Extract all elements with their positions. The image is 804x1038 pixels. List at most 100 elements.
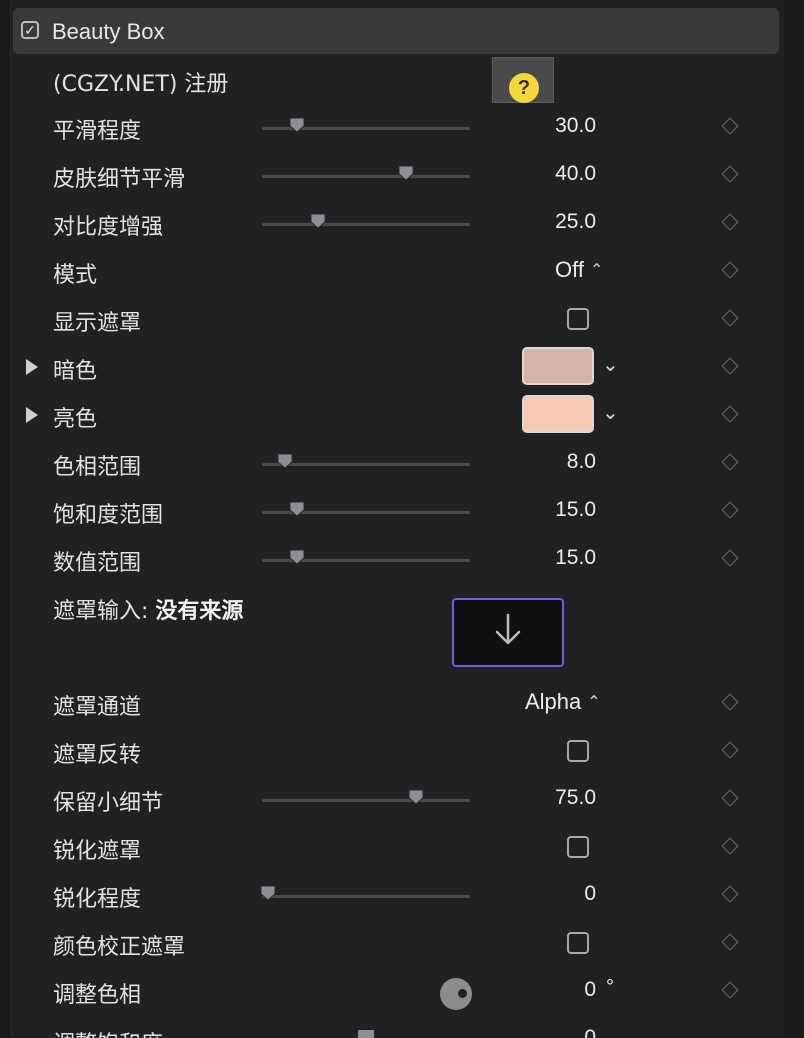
keyframe-diamond-icon[interactable]: [721, 933, 739, 951]
mask-input-label: 遮罩输入: 没有来源: [53, 593, 243, 625]
param-label: 皮肤细节平滑: [53, 167, 186, 192]
color-correct-mask-checkbox[interactable]: [567, 932, 589, 954]
param-label: 调整色相: [53, 983, 142, 1008]
param-value[interactable]: 0: [584, 882, 596, 906]
keyframe-diamond-icon[interactable]: [721, 885, 739, 903]
updown-chevron-icon: ⌃: [589, 262, 604, 279]
slider-thumb[interactable]: [358, 1030, 374, 1038]
param-value[interactable]: 30.0: [555, 114, 596, 138]
chevron-down-icon[interactable]: ⌄: [602, 352, 619, 377]
slider-track[interactable]: [262, 895, 470, 898]
slider-track[interactable]: [262, 223, 470, 226]
param-row-mask-invert: 遮罩反转: [0, 728, 804, 776]
param-label: 色相范围: [53, 455, 142, 480]
param-row-color-correct-mask: 颜色校正遮罩: [0, 920, 804, 968]
hue-dial[interactable]: [440, 978, 472, 1010]
keyframe-diamond-icon[interactable]: [721, 213, 739, 231]
slider-thumb[interactable]: [289, 501, 305, 517]
mode-popup[interactable]: Off ⌃: [555, 257, 603, 283]
mask-drop-well[interactable]: [452, 598, 564, 667]
slider-track[interactable]: [262, 463, 470, 466]
slider-thumb[interactable]: [398, 165, 414, 181]
param-value[interactable]: 15.0: [555, 498, 596, 522]
slider-track[interactable]: [262, 799, 470, 802]
effect-header[interactable]: ✓ Beauty Box: [13, 8, 779, 54]
param-label: 暗色: [53, 359, 98, 384]
effect-title: Beauty Box: [52, 19, 165, 44]
keyframe-diamond-icon[interactable]: [721, 741, 739, 759]
effect-enable-checkbox[interactable]: ✓: [21, 21, 39, 39]
keyframe-diamond-icon[interactable]: [721, 789, 739, 807]
param-row-adjust-sat: 调整饱和度 0: [0, 1024, 804, 1038]
param-row-contrast: 对比度增强 25.0: [0, 200, 804, 248]
param-label: 平滑程度: [53, 119, 142, 144]
param-value[interactable]: 0: [584, 978, 596, 1002]
popup-value: Alpha: [525, 689, 582, 714]
keyframe-diamond-icon[interactable]: [721, 837, 739, 855]
slider-thumb[interactable]: [289, 549, 305, 565]
param-value[interactable]: 75.0: [555, 786, 596, 810]
slider-thumb[interactable]: [408, 789, 424, 805]
keyframe-diamond-icon[interactable]: [721, 501, 739, 519]
disclosure-triangle-icon[interactable]: [26, 407, 38, 423]
param-row-light-color: 亮色 ⌄: [0, 392, 804, 440]
param-label: 保留小细节: [53, 791, 164, 816]
question-icon: ?: [509, 73, 539, 103]
slider-thumb[interactable]: [277, 453, 293, 469]
color-swatch[interactable]: [522, 395, 594, 433]
param-value[interactable]: 0: [584, 1026, 596, 1038]
slider-thumb[interactable]: [260, 885, 276, 901]
keyframe-diamond-icon[interactable]: [721, 981, 739, 999]
param-value[interactable]: 25.0: [555, 210, 596, 234]
param-label: 锐化遮罩: [53, 839, 142, 864]
param-value[interactable]: 40.0: [555, 162, 596, 186]
param-label: 数值范围: [53, 551, 142, 576]
keyframe-diamond-icon[interactable]: [721, 309, 739, 327]
color-swatch[interactable]: [522, 347, 594, 385]
param-label: 颜色校正遮罩: [53, 935, 186, 960]
mask-channel-popup[interactable]: Alpha ⌃: [525, 689, 601, 715]
param-value[interactable]: 8.0: [567, 450, 596, 474]
param-row-mode: 模式 Off ⌃: [0, 248, 804, 296]
keyframe-diamond-icon[interactable]: [721, 165, 739, 183]
keyframe-diamond-icon[interactable]: [721, 405, 739, 423]
param-row-skin-detail: 皮肤细节平滑 40.0: [0, 152, 804, 200]
mask-source-status: 没有来源: [155, 599, 244, 624]
keyframe-diamond-icon[interactable]: [721, 693, 739, 711]
param-label: 亮色: [53, 407, 98, 432]
help-button[interactable]: ?: [492, 57, 554, 103]
sharpen-mask-checkbox[interactable]: [567, 836, 589, 858]
mask-invert-checkbox[interactable]: [567, 740, 589, 762]
param-row-sat-range: 饱和度范围 15.0: [0, 488, 804, 536]
inspector-window: ✓ Beauty Box (CGZY.NET) 注册 ? 平滑程度 30.0 皮…: [0, 0, 804, 1038]
keyframe-diamond-icon[interactable]: [721, 117, 739, 135]
param-label: 显示遮罩: [53, 311, 142, 336]
slider-thumb[interactable]: [289, 117, 305, 133]
keyframe-diamond-icon[interactable]: [721, 357, 739, 375]
keyframe-diamond-icon[interactable]: [721, 453, 739, 471]
param-value[interactable]: 15.0: [555, 546, 596, 570]
chevron-down-icon[interactable]: ⌄: [602, 400, 619, 425]
slider-thumb[interactable]: [310, 213, 326, 229]
show-mask-checkbox[interactable]: [567, 308, 589, 330]
param-label: 遮罩通道: [53, 695, 142, 720]
param-label: 锐化程度: [53, 887, 142, 912]
popup-value: Off: [555, 257, 584, 282]
param-row-adjust-hue: 调整色相 0 °: [0, 968, 804, 1016]
mask-input-prefix: 遮罩输入:: [53, 599, 156, 624]
updown-chevron-icon: ⌃: [587, 694, 601, 711]
param-label: 遮罩反转: [53, 743, 142, 768]
register-row: (CGZY.NET) 注册: [0, 57, 804, 105]
arrow-down-icon: [495, 613, 521, 645]
keyframe-diamond-icon[interactable]: [721, 261, 739, 279]
slider-track[interactable]: [262, 175, 470, 178]
param-row-keep-detail: 保留小细节 75.0: [0, 776, 804, 824]
keyframe-diamond-icon[interactable]: [721, 549, 739, 567]
dial-indicator: [458, 989, 467, 998]
param-row-mask-channel: 遮罩通道 Alpha ⌃: [0, 680, 804, 728]
param-row-value-range: 数值范围 15.0: [0, 536, 804, 584]
disclosure-triangle-icon[interactable]: [26, 359, 38, 375]
param-row-show-mask: 显示遮罩: [0, 296, 804, 344]
param-label: 对比度增强: [53, 215, 164, 240]
param-row-hue-range: 色相范围 8.0: [0, 440, 804, 488]
